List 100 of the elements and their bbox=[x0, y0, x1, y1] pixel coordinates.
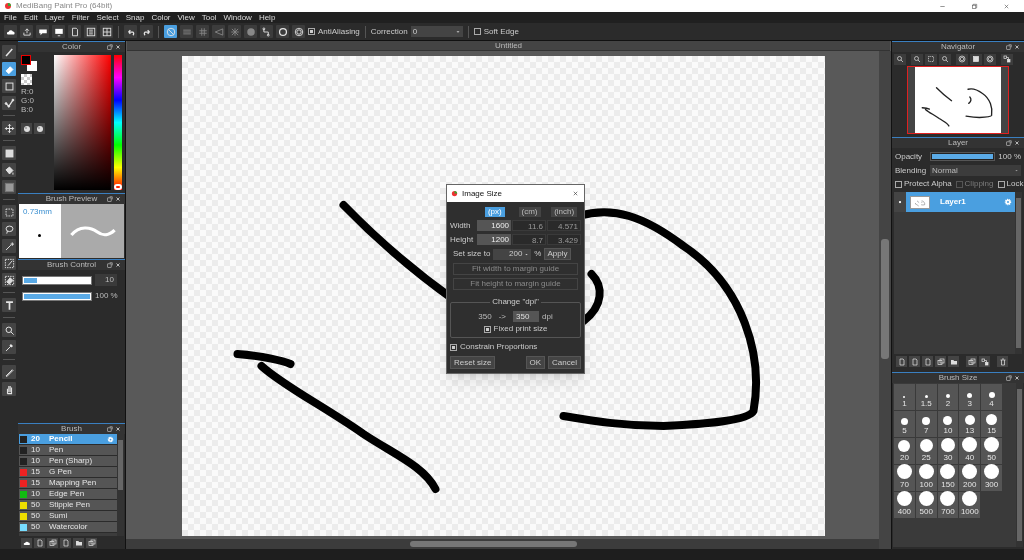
palette-add-button[interactable] bbox=[34, 123, 45, 134]
brush-size-option[interactable]: 200 bbox=[959, 465, 981, 491]
menu-item[interactable]: Layer bbox=[44, 13, 65, 22]
brush-size-option[interactable]: 1.5 bbox=[915, 384, 937, 410]
brush-size-option[interactable]: 20 bbox=[894, 438, 915, 464]
apply-button[interactable]: Apply bbox=[544, 248, 571, 260]
brush-size-value[interactable]: 10 bbox=[95, 274, 117, 286]
layer-tool-button[interactable] bbox=[909, 356, 920, 367]
square-button[interactable] bbox=[2, 79, 16, 93]
navigator-tool-button[interactable] bbox=[925, 53, 937, 65]
checkbox[interactable] bbox=[473, 28, 481, 35]
grid-lines-button[interactable] bbox=[196, 25, 209, 38]
list-button[interactable] bbox=[84, 25, 97, 38]
brush-size-option[interactable]: 2 bbox=[937, 384, 959, 410]
menu-item[interactable]: Help bbox=[258, 13, 276, 22]
menu-item[interactable]: Edit bbox=[23, 13, 38, 22]
brush-size-option[interactable]: 700 bbox=[937, 492, 959, 518]
input-field[interactable]: 350 bbox=[513, 311, 539, 322]
horizontal-scrollbar[interactable] bbox=[126, 539, 879, 549]
brush-list-item[interactable]: 10 Pen bbox=[19, 445, 117, 456]
navigator-tool-button[interactable] bbox=[956, 53, 968, 65]
navigator-tool-button[interactable] bbox=[939, 53, 951, 65]
duplicate-button[interactable] bbox=[47, 537, 58, 548]
menu-item[interactable]: File bbox=[4, 13, 17, 22]
input-field[interactable]: 1200 bbox=[477, 234, 512, 245]
scrollbar[interactable] bbox=[117, 434, 124, 536]
upload-button[interactable] bbox=[20, 25, 33, 38]
undo-button[interactable] bbox=[124, 25, 137, 38]
hue-slider-thumb[interactable] bbox=[114, 184, 122, 190]
menu-item[interactable]: View bbox=[177, 13, 195, 22]
eyedropper-button[interactable] bbox=[2, 340, 16, 354]
navigator-tool-button[interactable] bbox=[1001, 53, 1013, 65]
checkbox[interactable] bbox=[450, 343, 457, 351]
pencil-button[interactable] bbox=[2, 365, 16, 379]
cloud-button[interactable] bbox=[4, 25, 17, 38]
redo-button[interactable] bbox=[140, 25, 153, 38]
input-field[interactable]: 1600 bbox=[477, 220, 512, 231]
visibility-toggle[interactable] bbox=[894, 192, 906, 212]
wand-button[interactable] bbox=[2, 239, 16, 253]
palette-button[interactable] bbox=[21, 123, 32, 134]
brush-list-item[interactable]: 15 G Pen bbox=[19, 467, 117, 478]
scrollbar[interactable] bbox=[1015, 192, 1022, 354]
brush-size-option[interactable]: 400 bbox=[894, 492, 915, 518]
unit-tab[interactable]: (inch) bbox=[551, 207, 578, 217]
drawing-canvas[interactable] bbox=[182, 56, 825, 536]
brush-settings-button[interactable] bbox=[60, 537, 71, 548]
brush-size-option[interactable]: 4 bbox=[981, 384, 1002, 410]
grid-button[interactable] bbox=[100, 25, 113, 38]
menu-item[interactable]: Tool bbox=[201, 13, 217, 22]
ring-button[interactable] bbox=[292, 25, 305, 38]
menu-item[interactable]: Select bbox=[96, 13, 119, 22]
scrollbar[interactable] bbox=[1016, 383, 1023, 547]
brush-size-option[interactable]: 300 bbox=[981, 465, 1002, 491]
menu-item[interactable]: Window bbox=[223, 13, 252, 22]
navigator-thumbnail[interactable] bbox=[915, 67, 1001, 133]
move-button[interactable] bbox=[2, 121, 16, 135]
brush-size-option[interactable]: 70 bbox=[894, 465, 915, 491]
correction-dropdown[interactable]: 0 bbox=[410, 26, 463, 37]
magnifier-button[interactable] bbox=[2, 323, 16, 337]
navigator-tool-button[interactable] bbox=[970, 53, 982, 65]
folder-button[interactable] bbox=[73, 537, 84, 548]
brush-size-option[interactable]: 15 bbox=[981, 411, 1002, 437]
gradient-button[interactable] bbox=[2, 180, 16, 194]
checkbox[interactable] bbox=[997, 180, 1005, 188]
layer-tool-button[interactable] bbox=[966, 356, 977, 367]
brush-size-option[interactable]: 13 bbox=[959, 411, 981, 437]
brush-list-item[interactable]: 50 Sumi bbox=[19, 511, 117, 522]
percent-dropdown[interactable]: 200 bbox=[493, 248, 532, 260]
layer-tool-button[interactable] bbox=[997, 356, 1008, 367]
radial-lines-button[interactable] bbox=[228, 25, 241, 38]
brush-size-option[interactable]: 3 bbox=[959, 384, 981, 410]
document-tab[interactable]: Untitled bbox=[127, 41, 890, 51]
brush-size-option[interactable]: 25 bbox=[915, 438, 937, 464]
brush-size-slider[interactable] bbox=[22, 275, 92, 285]
dialog-button[interactable]: Reset size bbox=[450, 356, 496, 369]
dialog-button[interactable]: Cancel bbox=[548, 356, 581, 369]
dashed-square-button[interactable] bbox=[2, 205, 16, 219]
no-entry-button[interactable] bbox=[164, 25, 177, 38]
new-brush-button[interactable] bbox=[34, 537, 45, 548]
layer-tool-button[interactable] bbox=[948, 356, 959, 367]
brush-size-option[interactable]: 1000 bbox=[959, 492, 981, 518]
foreground-color-swatch[interactable] bbox=[21, 55, 31, 65]
brush-size-option[interactable]: 500 bbox=[915, 492, 937, 518]
cloud-button[interactable] bbox=[21, 537, 32, 548]
curve-button[interactable] bbox=[260, 25, 273, 38]
vertical-scrollbar[interactable] bbox=[879, 51, 891, 549]
checkbox[interactable] bbox=[483, 325, 491, 333]
hand-button[interactable] bbox=[2, 382, 16, 396]
monitor-button[interactable] bbox=[52, 25, 65, 38]
lasso-button[interactable] bbox=[2, 222, 16, 236]
dialog-button[interactable]: OK bbox=[525, 356, 546, 369]
polyline-button[interactable] bbox=[2, 96, 16, 110]
pen-select-button[interactable] bbox=[2, 256, 16, 270]
brush-size-option[interactable]: 30 bbox=[937, 438, 959, 464]
color-picker-square[interactable] bbox=[54, 55, 111, 190]
layer-tool-button[interactable] bbox=[979, 356, 990, 367]
menu-item[interactable]: Snap bbox=[125, 13, 145, 22]
hue-slider[interactable] bbox=[114, 55, 122, 190]
perspective-button[interactable] bbox=[212, 25, 225, 38]
bucket-button[interactable] bbox=[2, 163, 16, 177]
